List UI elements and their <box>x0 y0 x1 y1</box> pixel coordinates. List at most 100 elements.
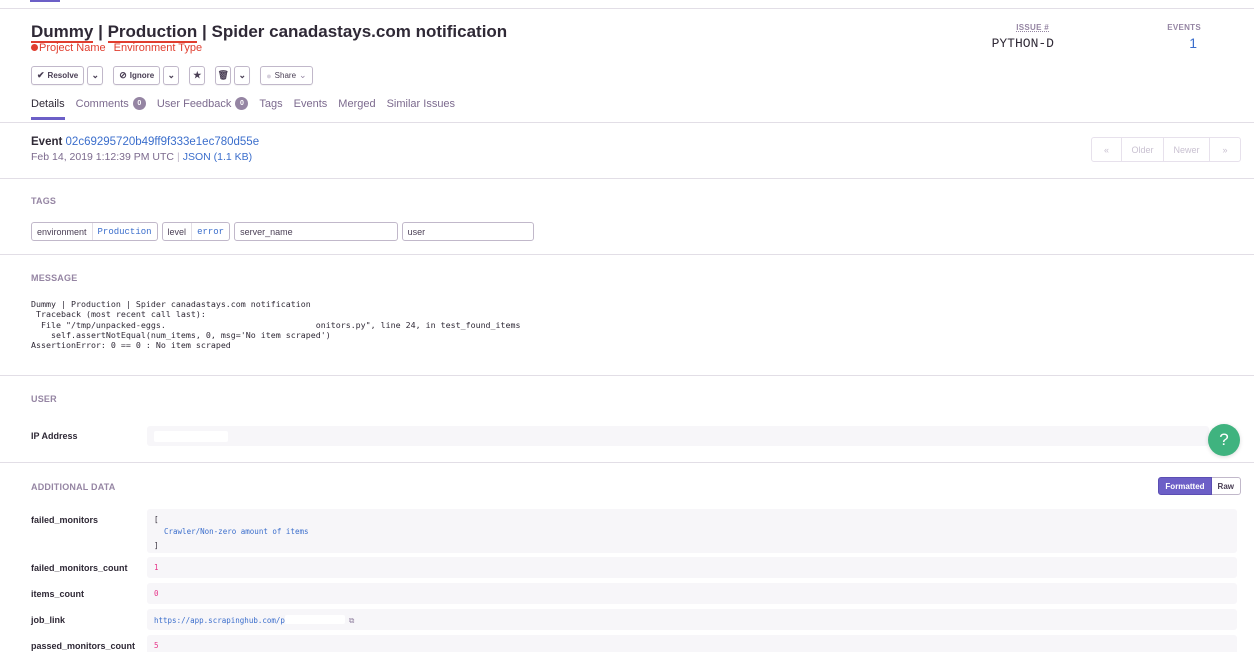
message-section: MESSAGE Dummy | Production | Spider cana… <box>0 256 1254 376</box>
tab-comments[interactable]: Comments 0 <box>76 97 146 120</box>
data-value: [ Crawler/Non-zero amount of items ] <box>147 509 1237 553</box>
redacted-block <box>154 430 228 442</box>
chevron-down-icon: ⌄ <box>91 70 99 80</box>
user-section: USER IP Address <box>0 377 1254 463</box>
external-link-icon[interactable]: ⧉ <box>349 616 354 625</box>
delete-dropdown-button[interactable]: ⌄ <box>234 66 251 85</box>
newer-event-button[interactable]: Newer <box>1164 138 1210 161</box>
tags-section: TAGS environment Production level error se… <box>0 180 1254 255</box>
ignore-icon: ⊘ <box>119 70 127 80</box>
ignore-button[interactable]: ⊘ Ignore <box>113 66 161 85</box>
section-title: MESSAGE <box>31 273 78 283</box>
event-pager: « Older Newer » <box>1091 137 1241 162</box>
job-link-url[interactable]: https://app.scrapinghub.com/p <box>154 616 285 625</box>
trash-icon: 🗑 <box>217 70 229 80</box>
help-icon: ? <box>1219 430 1229 449</box>
tag-value[interactable]: Production <box>93 223 157 240</box>
json-link[interactable]: JSON (1.1 KB) <box>183 151 252 163</box>
tab-merged[interactable]: Merged <box>338 97 375 120</box>
row-items-count: items_count 0 <box>31 583 1237 604</box>
resolve-dropdown-button[interactable]: ⌄ <box>87 66 104 85</box>
section-title: USER <box>31 394 57 404</box>
event-id-link[interactable]: 02c69295720b49ff9f333e1ec780d55e <box>66 136 260 148</box>
raw-button[interactable]: Raw <box>1211 477 1241 495</box>
event-datetime: Feb 14, 2019 1:12:39 PM UTC <box>31 151 174 163</box>
data-key: job_link <box>31 615 66 625</box>
share-label: Share <box>274 71 297 80</box>
annotation-dot <box>31 44 38 51</box>
star-icon: ★ <box>193 70 202 80</box>
bookmark-button[interactable]: ★ <box>189 66 206 85</box>
ip-address-row: IP Address <box>31 426 1209 446</box>
chevron-down-icon: ⌄ <box>167 70 175 80</box>
events-count[interactable]: 1 <box>1141 35 1201 51</box>
share-button[interactable]: ● Share ⌄ <box>260 66 313 85</box>
last-icon: » <box>1222 144 1228 155</box>
tag-value-redacted[interactable] <box>298 223 397 240</box>
first-icon: « <box>1103 144 1109 155</box>
chevron-down-icon: ⌄ <box>238 70 246 80</box>
tab-similar-issues[interactable]: Similar Issues <box>387 97 455 120</box>
formatted-button[interactable]: Formatted <box>1158 477 1212 495</box>
tag-value[interactable]: error <box>192 223 229 240</box>
help-button[interactable]: ? <box>1208 424 1240 456</box>
tag-list: environment Production level error server_… <box>31 222 535 241</box>
tab-label: Tags <box>259 97 283 110</box>
tag-value-redacted[interactable] <box>430 223 533 240</box>
data-value: 0 <box>147 583 1237 604</box>
resolve-button[interactable]: ✔ Resolve <box>31 66 85 85</box>
issue-number-block: ISSUE # PYTHON-D <box>974 23 1054 51</box>
issue-number: PYTHON-D <box>991 36 1054 51</box>
first-event-button[interactable]: « <box>1092 138 1122 161</box>
tag-level[interactable]: level error <box>161 222 231 241</box>
tab-label: Events <box>293 97 328 110</box>
tag-key: level <box>163 223 193 240</box>
tab-label: Details <box>31 97 65 110</box>
tag-key: server_name <box>240 226 293 237</box>
last-event-button[interactable]: » <box>1210 138 1240 161</box>
data-value: https://app.scrapinghub.com/p ⧉ <box>147 609 1237 630</box>
issue-tabs: Details Comments 0 User Feedback 0 Tags Ev… <box>31 97 455 120</box>
redacted-block <box>284 615 345 624</box>
data-key: failed_monitors <box>31 515 99 525</box>
data-key: failed_monitors_count <box>31 563 128 573</box>
data-value: 1 <box>147 557 1237 578</box>
data-key: items_count <box>31 589 85 599</box>
delete-button[interactable]: 🗑 <box>215 66 232 85</box>
additional-data-section: ADDITIONAL DATA Formatted Raw failed_mon… <box>0 464 1254 652</box>
tag-server-name[interactable]: server_name <box>234 222 398 241</box>
chevron-down-icon: ⌄ <box>299 70 307 80</box>
title-environment: Production <box>107 22 198 41</box>
bracket-close: ] <box>154 541 159 550</box>
row-passed-monitors-count: passed_monitors_count 5 <box>31 635 1237 652</box>
comments-badge: 0 <box>132 97 146 110</box>
tab-user-feedback[interactable]: User Feedback 0 <box>157 97 249 120</box>
annotation-project: Project Name <box>39 42 106 54</box>
bracket-open: [ <box>154 515 159 524</box>
tab-details[interactable]: Details <box>31 97 65 120</box>
title-separator: | <box>93 22 108 41</box>
tag-key: environment <box>32 223 93 240</box>
row-failed-monitors-count: failed_monitors_count 1 <box>31 557 1237 578</box>
ignore-dropdown-button[interactable]: ⌄ <box>163 66 180 85</box>
older-event-button[interactable]: Older <box>1122 138 1164 161</box>
tag-user[interactable]: user <box>401 222 535 241</box>
share-dot-icon: ● <box>266 70 272 81</box>
issue-title: Dummy | Production | Spider canadastays.… <box>31 22 507 42</box>
issue-header: Dummy | Production | Spider canadastays.… <box>0 10 1254 123</box>
number-value: 5 <box>154 641 159 650</box>
tab-tags[interactable]: Tags <box>259 97 282 120</box>
data-value: 5 <box>147 635 1237 652</box>
list-item: Crawler/Non-zero amount of items <box>164 527 309 536</box>
resolve-label: Resolve <box>47 71 79 80</box>
event-label: Event <box>31 136 63 148</box>
ip-address-value <box>147 426 1209 446</box>
tab-events[interactable]: Events <box>294 97 328 120</box>
number-value: 1 <box>154 563 159 572</box>
tag-environment[interactable]: environment Production <box>31 222 158 241</box>
event-id-line: Event 02c69295720b49ff9f333e1ec780d55e <box>31 136 259 148</box>
annotation-environment: Environment Type <box>113 42 203 54</box>
annotation: Project Name Environment Type <box>31 42 202 54</box>
tag-key: user <box>407 226 426 237</box>
tab-label: User Feedback <box>156 97 232 110</box>
